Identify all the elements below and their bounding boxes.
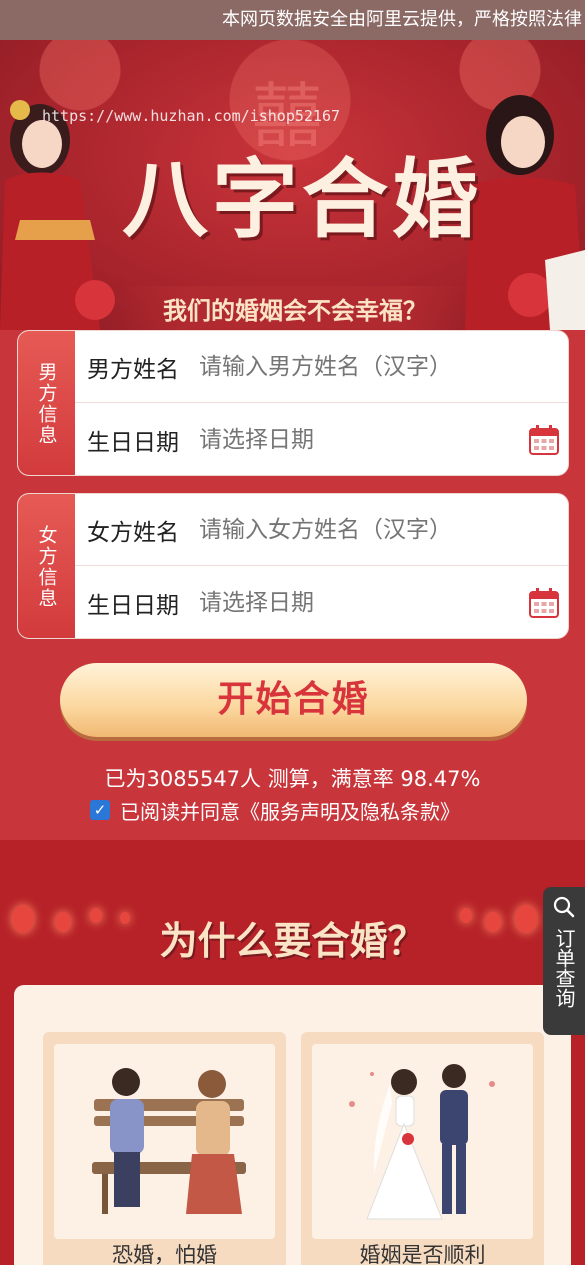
couple-bench-illustration	[92, 1068, 246, 1214]
male-birth-row[interactable]: 生日日期	[75, 404, 568, 475]
why-section-title: 为什么要合婚？	[159, 918, 426, 963]
double-happiness-icon: 囍	[252, 75, 322, 157]
why-card-image	[54, 1044, 275, 1239]
male-birth-input[interactable]	[199, 427, 568, 453]
female-name-label: 女方姓名	[87, 519, 179, 546]
male-birth-label: 生日日期	[87, 430, 179, 456]
watermark-url: https://www.huzhan.com/ishop52167	[42, 107, 341, 125]
start-match-button[interactable]: 开始合婚	[60, 663, 527, 737]
why-card-caption: 恐婚，怕婚	[112, 1243, 217, 1265]
male-info-card: 男方信息 男方姓名 生日日期	[17, 330, 569, 476]
male-side-label: 男方信息	[18, 331, 75, 475]
usage-stats: 已为3085547人 测算，满意率 98.47%	[104, 767, 481, 791]
why-card-caption: 婚姻是否顺利	[359, 1243, 486, 1265]
calendar-icon[interactable]	[528, 424, 560, 456]
male-name-input[interactable]	[199, 353, 568, 380]
order-query-button[interactable]: 订单查询	[543, 887, 585, 1035]
notice-text: 本网页数据安全由阿里云提供，严格按照法律	[222, 9, 582, 30]
female-birth-row[interactable]: 生日日期	[75, 567, 568, 638]
female-birth-input[interactable]	[199, 590, 568, 616]
female-side-label: 女方信息	[18, 494, 75, 638]
female-name-input[interactable]	[199, 516, 568, 543]
why-card-1[interactable]: 恐婚，怕婚	[43, 1032, 286, 1265]
search-icon	[553, 896, 575, 918]
agreement-text[interactable]: 已阅读并同意《服务声明及隐私条款》	[120, 796, 460, 825]
female-name-row: 女方姓名	[75, 494, 568, 566]
why-card-image	[312, 1044, 533, 1239]
agreement-row[interactable]: ✓ 已阅读并同意《服务声明及隐私条款》	[90, 796, 460, 825]
banner-title: 八字合婚	[122, 149, 482, 250]
order-query-label: 订单查询	[552, 928, 576, 1008]
why-card-2[interactable]: 婚姻是否顺利	[301, 1032, 544, 1265]
male-name-row: 男方姓名	[75, 331, 568, 403]
notice-marquee: 本网页数据安全由阿里云提供，严格按照法律	[0, 0, 585, 40]
agreement-checkbox[interactable]: ✓	[90, 800, 110, 820]
male-name-label: 男方姓名	[87, 356, 179, 383]
female-birth-label: 生日日期	[87, 593, 179, 619]
hero-banner: 囍 https://www.huzhan.com/ishop52167 八字合婚…	[0, 40, 585, 330]
female-info-card: 女方信息 女方姓名 生日日期	[17, 493, 569, 639]
calendar-icon[interactable]	[528, 587, 560, 619]
wedding-couple-illustration	[349, 1064, 495, 1220]
banner-subtitle: 我们的婚姻会不会幸福？	[120, 286, 470, 330]
